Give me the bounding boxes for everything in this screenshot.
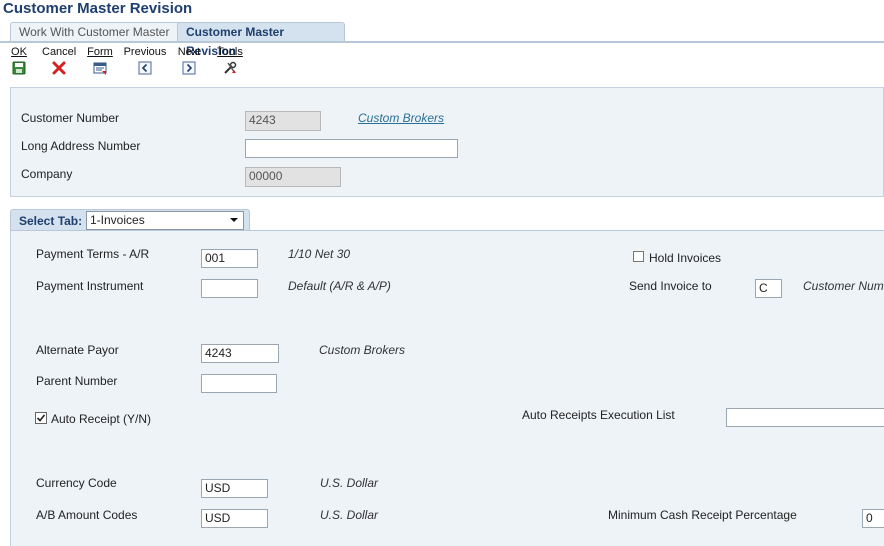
tab-divider — [0, 41, 884, 43]
alternate-payor-label: Alternate Payor — [36, 343, 119, 357]
parent-number-label: Parent Number — [36, 374, 118, 388]
form-icon — [93, 62, 107, 75]
save-icon — [12, 61, 26, 75]
send-invoice-desc: Customer Num — [803, 279, 884, 293]
tools-label: Tools — [217, 46, 243, 58]
send-invoice-label: Send Invoice to — [629, 279, 712, 293]
select-tab-label: Select Tab: — [19, 214, 83, 228]
ok-button[interactable]: OK — [10, 46, 28, 75]
payment-instrument-desc: Default (A/R & A/P) — [288, 279, 391, 293]
dropdown-arrow-icon — [230, 218, 238, 222]
payment-instrument-label: Payment Instrument — [36, 279, 144, 293]
parent-number-field[interactable] — [201, 374, 277, 393]
cancel-button[interactable]: Cancel — [42, 46, 76, 75]
select-tab-dropdown[interactable]: 1-Invoices — [86, 211, 244, 230]
customer-name-link[interactable]: Custom Brokers — [358, 111, 444, 125]
cancel-x-icon — [52, 61, 66, 75]
hold-invoices-label: Hold Invoices — [649, 251, 722, 265]
ab-amount-codes-field[interactable]: USD — [201, 509, 268, 528]
form-button[interactable]: Form — [86, 46, 114, 75]
tools-button[interactable]: Tools — [214, 46, 246, 75]
currency-code-desc: U.S. Dollar — [320, 476, 379, 490]
alternate-payor-desc: Custom Brokers — [319, 343, 406, 357]
page-title: Customer Master Revision — [3, 0, 193, 17]
next-button[interactable]: Next — [176, 46, 202, 75]
currency-code-label: Currency Code — [36, 476, 117, 490]
cancel-label: Cancel — [42, 46, 77, 58]
long-address-field[interactable] — [245, 139, 458, 158]
alternate-payor-field[interactable]: 4243 — [201, 344, 279, 363]
next-arrow-icon — [182, 61, 196, 75]
hold-invoices-checkbox[interactable] — [633, 251, 644, 262]
auto-receipt-label: Auto Receipt (Y/N) — [51, 412, 152, 426]
tools-icon — [224, 61, 237, 74]
select-tab-value: 1-Invoices — [90, 213, 145, 227]
currency-code-field[interactable]: USD — [201, 479, 268, 498]
previous-arrow-icon — [138, 61, 152, 75]
ab-amount-codes-desc: U.S. Dollar — [320, 508, 379, 522]
ab-amount-codes-label: A/B Amount Codes — [36, 508, 138, 522]
long-address-label: Long Address Number — [21, 139, 141, 153]
min-cash-receipt-field[interactable]: 0 — [862, 509, 884, 528]
tab-work-with-customer-master[interactable]: Work With Customer Master — [10, 22, 186, 42]
company-label: Company — [21, 167, 73, 181]
form-label: Form — [87, 46, 113, 58]
previous-button[interactable]: Previous — [123, 46, 167, 75]
customer-number-field[interactable]: 4243 — [245, 111, 321, 131]
payment-terms-desc: 1/10 Net 30 — [288, 247, 351, 261]
auto-receipts-exec-field[interactable] — [726, 408, 884, 427]
tab-customer-master-revision[interactable]: Customer Master Revision — [177, 22, 345, 58]
ok-label: OK — [11, 46, 27, 58]
auto-receipts-exec-label: Auto Receipts Execution List — [522, 408, 675, 422]
min-cash-receipt-label: Minimum Cash Receipt Percentage — [608, 508, 797, 522]
payment-instrument-field[interactable] — [201, 279, 258, 298]
payment-terms-field[interactable]: 001 — [201, 249, 258, 268]
send-invoice-field[interactable]: C — [755, 279, 782, 298]
next-label: Next — [177, 46, 201, 58]
customer-number-label: Customer Number — [21, 111, 120, 125]
company-field[interactable]: 00000 — [245, 167, 341, 187]
previous-label: Previous — [123, 46, 167, 58]
auto-receipt-checkbox[interactable] — [35, 412, 47, 424]
payment-terms-label: Payment Terms - A/R — [36, 247, 150, 261]
